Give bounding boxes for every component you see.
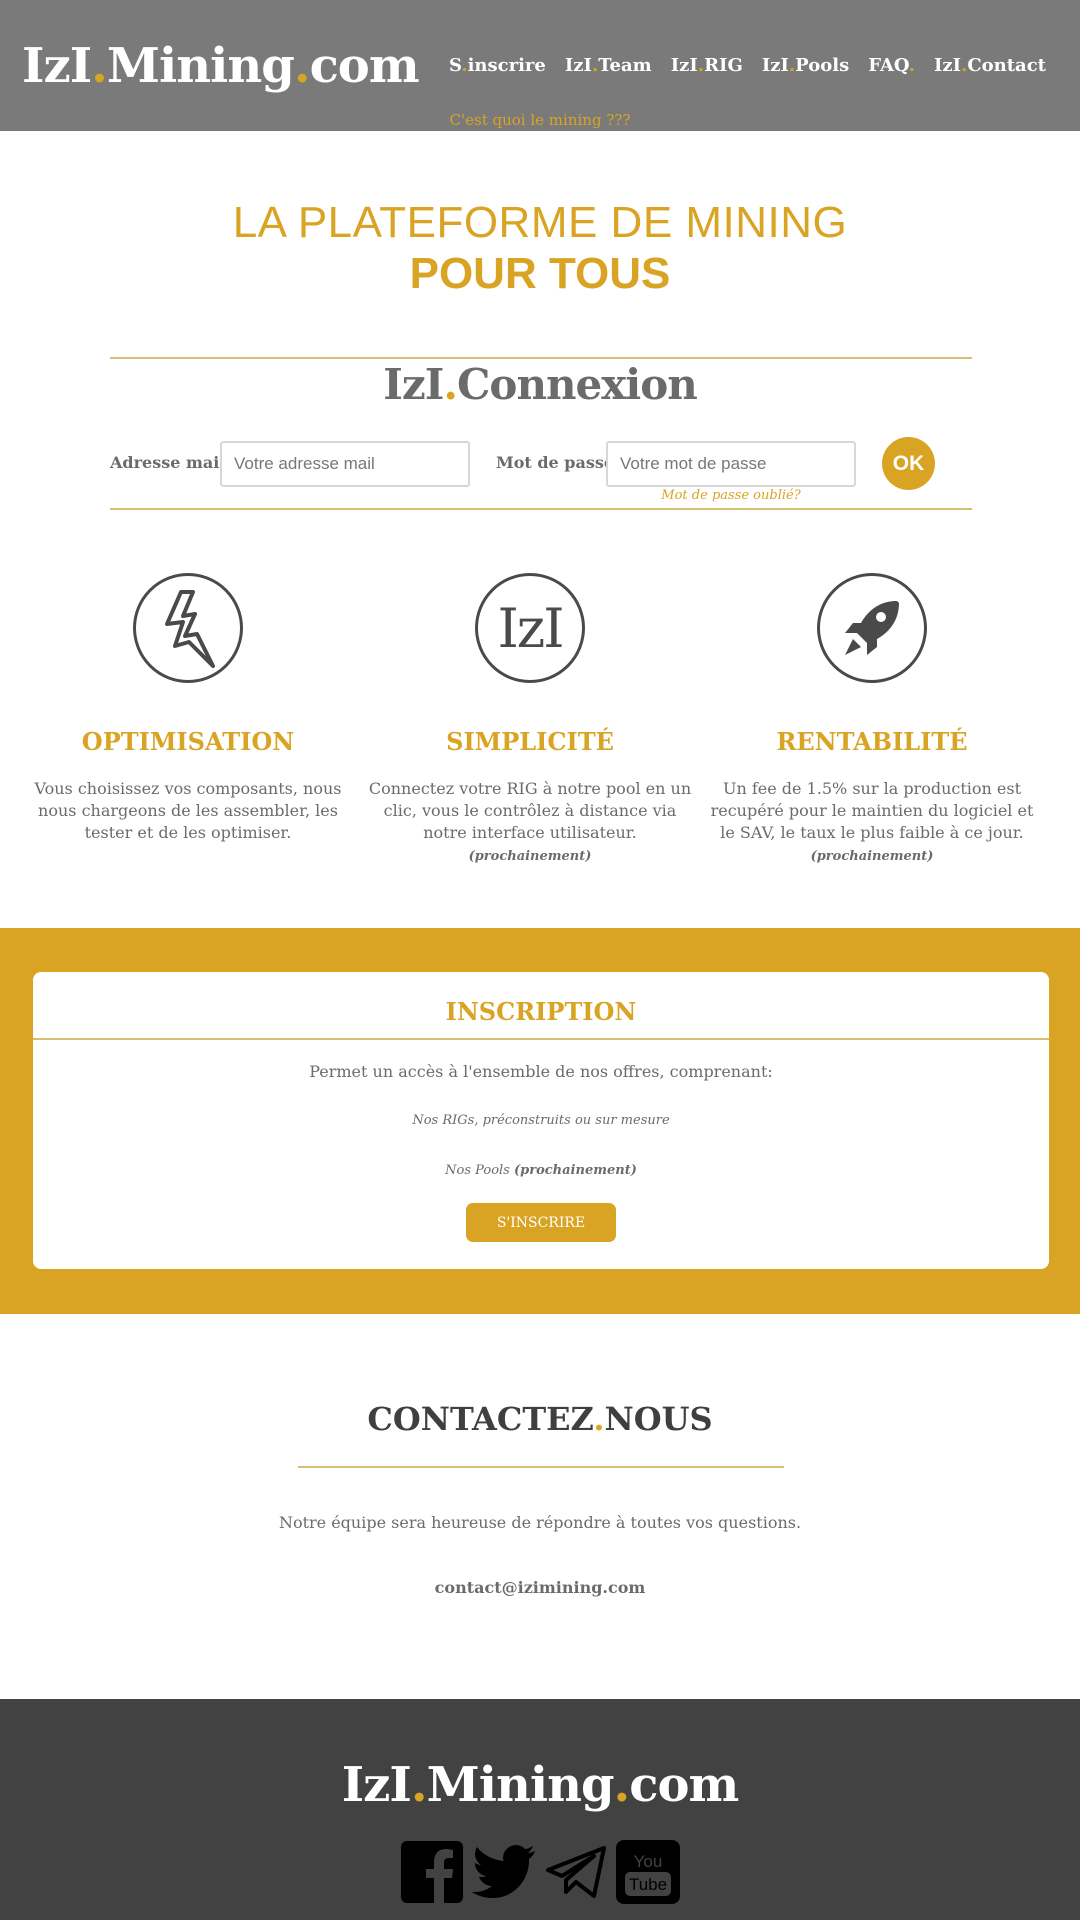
login-title-part: Connexion xyxy=(457,360,698,409)
hero-title-line2: POUR TOUS xyxy=(409,249,671,298)
feature-text: Connectez votre RIG à notre pool en un c… xyxy=(360,778,700,868)
logo-part: Mining xyxy=(106,38,295,94)
login-bottom-divider xyxy=(110,508,972,510)
inscription-card: INSCRIPTION Permet un accès à l'ensemble… xyxy=(33,972,1049,1269)
site-logo[interactable]: IzI.Mining.com xyxy=(22,38,420,94)
contact-title-part: CONTACTEZ xyxy=(367,1400,594,1438)
signup-button[interactable]: S'INSCRIRE xyxy=(466,1203,616,1242)
password-label: Mot de passe xyxy=(496,453,615,472)
email-label: Adresse mail xyxy=(110,453,226,472)
nav-dot: . xyxy=(908,55,915,76)
nav-item-rig[interactable]: IzI.RIG xyxy=(671,55,743,76)
inscription-item-label: Nos Pools xyxy=(445,1163,510,1178)
inscription-item-rigs: Nos RIGs, préconstruits ou sur mesure xyxy=(412,1113,670,1128)
nav-label: IzI xyxy=(933,55,962,76)
feature-title: OPTIMISATION xyxy=(81,727,295,756)
feature-description: Connectez votre RIG à notre pool en un c… xyxy=(368,779,692,842)
nav-label: IzI xyxy=(670,55,698,76)
rocket-icon xyxy=(817,573,927,683)
login-title-part: IzI xyxy=(383,360,444,409)
login-top-divider xyxy=(110,357,972,359)
contact-email-link[interactable]: contact@izimining.com xyxy=(0,1578,1080,1597)
nav-item-team[interactable]: IzI.Team xyxy=(565,55,652,76)
izi-logo-icon: IzI xyxy=(475,573,585,683)
inscription-item-note: (prochainement) xyxy=(514,1163,637,1178)
logo-dot: . xyxy=(91,38,108,94)
feature-text: Un fee de 1.5% sur la production est rec… xyxy=(702,778,1042,868)
forgot-password-link[interactable]: Mot de passe oublié? xyxy=(606,488,856,503)
twitter-icon[interactable] xyxy=(471,1839,537,1905)
feature-description: Vous choisissez vos composants, nous nou… xyxy=(34,779,342,842)
feature-note: (prochainement) xyxy=(468,849,592,864)
feature-description: Un fee de 1.5% sur la production est rec… xyxy=(710,779,1034,842)
feature-title: SIMPLICITÉ xyxy=(446,727,614,756)
social-links: You Tube xyxy=(0,1839,1080,1905)
nav-label: S xyxy=(448,55,462,76)
login-title-dot: . xyxy=(443,360,458,409)
password-input[interactable] xyxy=(606,441,856,487)
nav-item-inscrire[interactable]: S.inscrire xyxy=(449,55,546,76)
nav-label: IzI xyxy=(761,55,789,76)
nav-item-faq[interactable]: FAQ. xyxy=(868,55,915,76)
contact-divider xyxy=(298,1466,784,1468)
feature-rentabilite: RENTABILITÉ Un fee de 1.5% sur la produc… xyxy=(702,573,1042,868)
nav-label: Pools xyxy=(795,55,850,76)
logo-dot: . xyxy=(613,1757,631,1813)
what-is-mining-link[interactable]: C'est quoi le mining ??? xyxy=(0,111,1080,129)
footer-logo[interactable]: IzI.Mining.com xyxy=(0,1757,1080,1813)
site-header: IzI.Mining.com S.inscrire IzI.Team IzI.R… xyxy=(0,0,1080,131)
logo-dot: . xyxy=(410,1757,428,1813)
nav-label: Team xyxy=(598,55,652,76)
feature-simplicite: IzI SIMPLICITÉ Connectez votre RIG à not… xyxy=(360,573,700,868)
nav-label: RIG xyxy=(704,55,743,76)
izi-logo-text: IzI xyxy=(497,596,564,660)
contact-text: Notre équipe sera heureuse de répondre à… xyxy=(278,1513,802,1532)
logo-part: Mining xyxy=(426,1757,615,1813)
nav-label: inscrire xyxy=(467,55,546,76)
inscription-intro: Permet un accès à l'ensemble de nos offr… xyxy=(309,1062,773,1081)
contact-title: CONTACTEZ.NOUS xyxy=(0,1400,1080,1438)
inscription-item-pools: Nos Pools (prochainement) xyxy=(33,1163,1049,1178)
logo-dot: . xyxy=(293,38,311,94)
nav-item-pools[interactable]: IzI.Pools xyxy=(762,55,849,76)
nav-label: Contact xyxy=(967,55,1046,76)
logo-part: IzI xyxy=(341,1757,412,1813)
email-input[interactable] xyxy=(220,441,470,487)
main-nav: S.inscrire IzI.Team IzI.RIG IzI.Pools FA… xyxy=(430,55,1046,76)
inscription-divider xyxy=(33,1038,1049,1040)
contact-title-dot: . xyxy=(593,1400,605,1438)
login-ok-button[interactable]: OK xyxy=(882,437,935,490)
telegram-icon[interactable] xyxy=(543,1839,609,1905)
svg-text:You: You xyxy=(634,1852,663,1871)
nav-item-contact[interactable]: IzI.Contact xyxy=(934,55,1046,76)
nav-label: IzI xyxy=(564,55,592,76)
svg-text:Tube: Tube xyxy=(629,1875,667,1894)
logo-part: com xyxy=(309,38,420,94)
logo-part: com xyxy=(629,1757,739,1813)
feature-optimisation: OPTIMISATION Vous choisissez vos composa… xyxy=(18,573,358,844)
feature-text: Vous choisissez vos composants, nous nou… xyxy=(18,778,358,844)
site-footer: IzI.Mining.com You Tube xyxy=(0,1699,1080,1920)
lightning-icon xyxy=(133,573,243,683)
hero-title-line1: LA PLATEFORME DE MINING xyxy=(232,198,848,247)
youtube-icon[interactable]: You Tube xyxy=(615,1839,681,1905)
logo-part: IzI xyxy=(22,38,92,94)
inscription-section: INSCRIPTION Permet un accès à l'ensemble… xyxy=(0,928,1080,1314)
feature-title: RENTABILITÉ xyxy=(776,727,968,756)
contact-title-part: NOUS xyxy=(604,1400,713,1438)
facebook-icon[interactable] xyxy=(399,1839,465,1905)
inscription-title: INSCRIPTION xyxy=(445,997,637,1026)
nav-label: FAQ xyxy=(868,55,909,76)
feature-note: (prochainement) xyxy=(810,849,934,864)
login-title: IzI.Connexion xyxy=(0,360,1080,409)
